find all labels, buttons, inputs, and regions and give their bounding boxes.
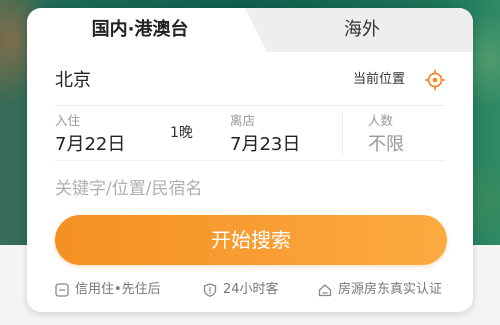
tab-domestic-label: 国内·港澳台 [91,19,189,40]
current-location-button[interactable]: 当前位置 [353,70,445,90]
tab-overseas[interactable]: 海外 [257,8,467,52]
checkout-label: 离店 [230,113,256,128]
feature-label: 房源房东真实认证 [338,282,443,297]
house-icon [318,284,332,297]
divider [55,160,445,161]
feature-credit-stay: 信用住•先住后 [55,280,161,300]
shield-icon [203,283,217,297]
feature-label: 24小时客 [223,282,279,297]
feature-label: 信用住•先住后 [75,282,161,297]
guests-label: 人数 [368,113,394,128]
tab-domestic[interactable]: 国内·港澳台 [27,8,253,52]
destination-city[interactable]: 北京 [55,68,91,94]
current-location-label: 当前位置 [353,72,406,87]
vertical-divider [342,112,343,156]
checkin-field[interactable]: 入住 7月22日 [55,113,165,157]
checkin-label: 入住 [55,113,81,128]
divider [55,105,445,106]
keyword-search-input[interactable] [55,174,445,204]
search-card: 国内·港澳台 海外 北京 当前位置 入住 7月22日 1晚 离店 7月23日 人… [27,8,473,312]
guests-value: 不限 [368,134,404,155]
nights-count: 1晚 [170,125,193,141]
feature-verified-listing: 房源房东真实认证 [318,280,442,300]
locate-icon[interactable] [425,70,445,90]
checkout-date: 7月23日 [230,134,301,155]
start-search-button[interactable]: 开始搜索 [55,215,447,265]
checkin-date: 7月22日 [55,134,126,155]
checkout-field[interactable]: 离店 7月23日 [230,113,340,157]
minus-square-icon [55,283,69,297]
guests-field[interactable]: 人数 不限 [368,113,445,157]
tab-overseas-label: 海外 [344,19,380,40]
feature-24h-service: 24小时客 [203,280,279,300]
